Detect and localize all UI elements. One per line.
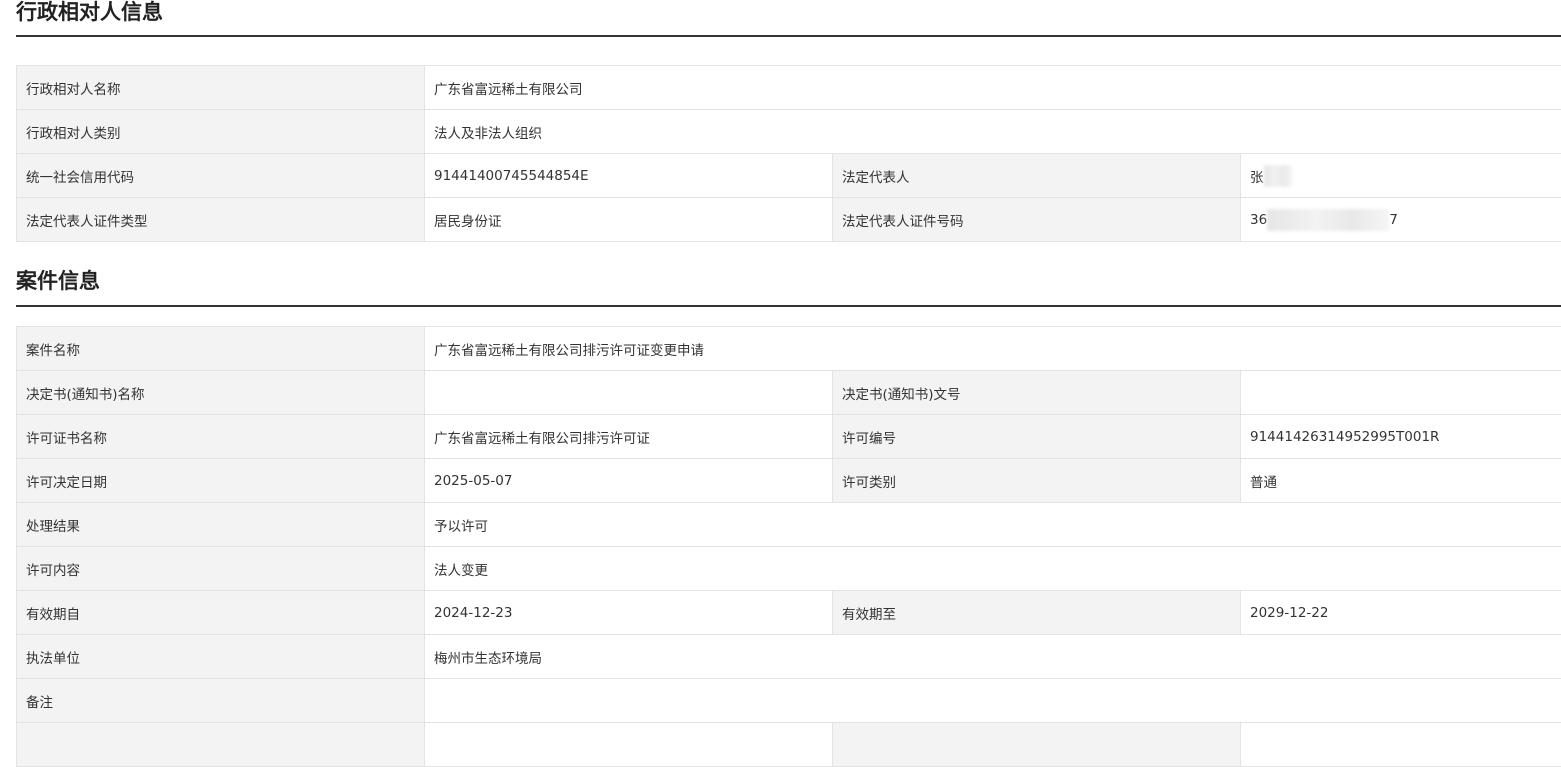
result-label: 处理结果: [17, 503, 425, 547]
legal-rep-value: 张: [1241, 154, 1561, 198]
redacted-mask: [1264, 165, 1292, 187]
table-cell: [425, 723, 833, 767]
license-no-label: 许可编号: [833, 415, 1241, 459]
valid-to-label: 有效期至: [833, 591, 1241, 635]
case-section-divider: [16, 305, 1561, 307]
case-name-value: 广东省富远稀土有限公司排污许可证变更申请: [425, 327, 1561, 371]
id-type-label: 法定代表人证件类型: [17, 198, 425, 242]
table-row: 许可内容 法人变更: [17, 547, 1561, 591]
license-no-value: 91441426314952995T001R: [1241, 415, 1561, 459]
content-label: 许可内容: [17, 547, 425, 591]
content-value: 法人变更: [425, 547, 1561, 591]
id-number-value: 36 7: [1241, 198, 1561, 242]
license-name-value: 广东省富远稀土有限公司排污许可证: [425, 415, 833, 459]
case-section-title: 案件信息: [16, 267, 100, 295]
id-type-value: 居民身份证: [425, 198, 833, 242]
decision-name-value: [425, 371, 833, 415]
party-section-divider: [16, 35, 1561, 37]
table-row: 许可证书名称 广东省富远稀土有限公司排污许可证 许可编号 91441426314…: [17, 415, 1561, 459]
party-category-value: 法人及非法人组织: [425, 110, 1561, 154]
table-cell: [17, 723, 425, 767]
table-row: 法定代表人证件类型 居民身份证 法定代表人证件号码 36 7: [17, 198, 1561, 242]
party-name-value: 广东省富远稀土有限公司: [425, 66, 1561, 110]
table-row: 备注: [17, 679, 1561, 723]
valid-from-label: 有效期自: [17, 591, 425, 635]
id-number-prefix: 36: [1250, 212, 1267, 228]
case-info-table: 案件名称 广东省富远稀土有限公司排污许可证变更申请 决定书(通知书)名称 决定书…: [16, 326, 1561, 767]
license-type-label: 许可类别: [833, 459, 1241, 503]
legal-rep-value-visible: 张: [1250, 166, 1264, 186]
table-row: 许可决定日期 2025-05-07 许可类别 普通: [17, 459, 1561, 503]
decision-date-label: 许可决定日期: [17, 459, 425, 503]
decision-no-label: 决定书(通知书)文号: [833, 371, 1241, 415]
table-cell: [1241, 723, 1561, 767]
authority-label: 执法单位: [17, 635, 425, 679]
table-row: 统一社会信用代码 91441400745544854E 法定代表人 张: [17, 154, 1561, 198]
party-info-table: 行政相对人名称 广东省富远稀土有限公司 行政相对人类别 法人及非法人组织 统一社…: [16, 65, 1561, 242]
party-category-label: 行政相对人类别: [17, 110, 425, 154]
license-type-value: 普通: [1241, 459, 1561, 503]
table-row: [17, 723, 1561, 767]
table-row: 决定书(通知书)名称 决定书(通知书)文号: [17, 371, 1561, 415]
table-row: 执法单位 梅州市生态环境局: [17, 635, 1561, 679]
valid-from-value: 2024-12-23: [425, 591, 833, 635]
decision-name-label: 决定书(通知书)名称: [17, 371, 425, 415]
table-row: 行政相对人名称 广东省富远稀土有限公司: [17, 66, 1561, 110]
table-row: 案件名称 广东省富远稀土有限公司排污许可证变更申请: [17, 327, 1561, 371]
legal-rep-label: 法定代表人: [833, 154, 1241, 198]
valid-to-value: 2029-12-22: [1241, 591, 1561, 635]
id-number-suffix: 7: [1389, 212, 1398, 228]
license-name-label: 许可证书名称: [17, 415, 425, 459]
table-row: 有效期自 2024-12-23 有效期至 2029-12-22: [17, 591, 1561, 635]
party-section-title: 行政相对人信息: [16, 0, 163, 26]
credit-code-value: 91441400745544854E: [425, 154, 833, 198]
remark-value: [425, 679, 1561, 723]
table-cell: [833, 723, 1241, 767]
party-name-label: 行政相对人名称: [17, 66, 425, 110]
table-row: 行政相对人类别 法人及非法人组织: [17, 110, 1561, 154]
decision-date-value: 2025-05-07: [425, 459, 833, 503]
result-value: 予以许可: [425, 503, 1561, 547]
authority-value: 梅州市生态环境局: [425, 635, 1561, 679]
table-row: 处理结果 予以许可: [17, 503, 1561, 547]
case-name-label: 案件名称: [17, 327, 425, 371]
remark-label: 备注: [17, 679, 425, 723]
decision-no-value: [1241, 371, 1561, 415]
credit-code-label: 统一社会信用代码: [17, 154, 425, 198]
redacted-mask: [1267, 209, 1389, 231]
id-number-label: 法定代表人证件号码: [833, 198, 1241, 242]
